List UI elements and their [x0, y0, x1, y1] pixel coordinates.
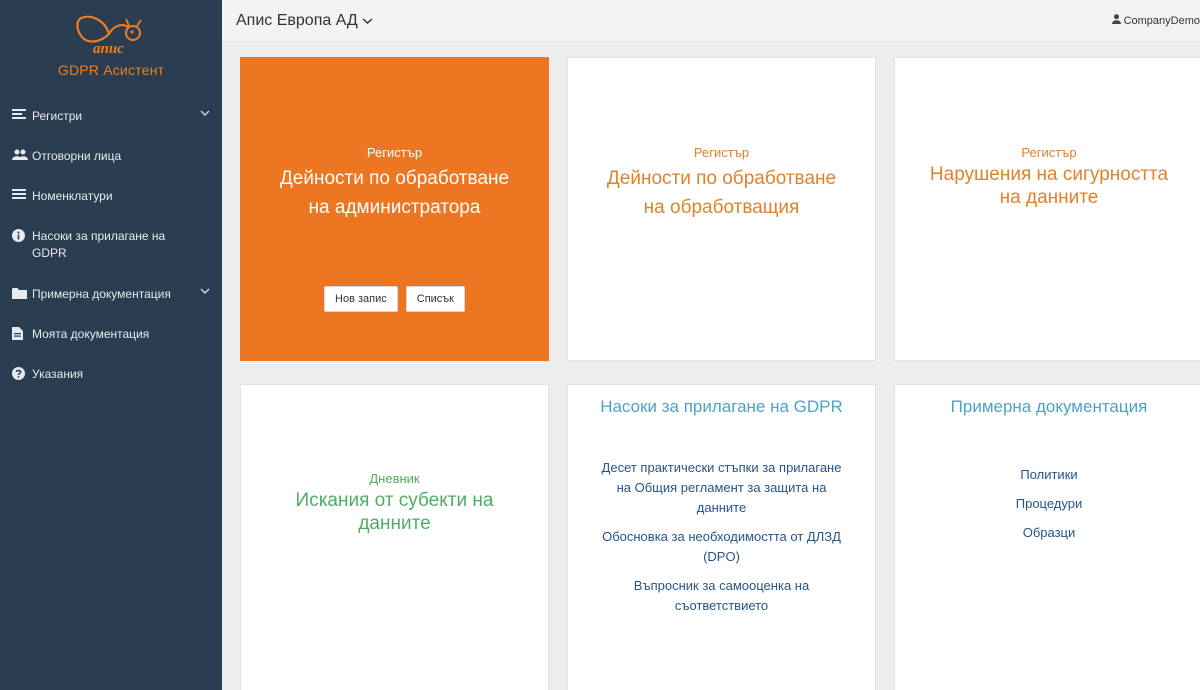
sample-links: Политики Процедури Образци — [895, 460, 1200, 547]
sample-link-policies[interactable]: Политики — [895, 460, 1200, 489]
sidebar-nav: Регистри Отговорни лица Номенклатури Нас… — [0, 108, 222, 406]
file-icon — [12, 327, 32, 340]
guidance-link-dpo[interactable]: Обосновка за необходимостта от ДЛЗД (DPO… — [568, 527, 875, 567]
sample-link-templates[interactable]: Образци — [895, 518, 1200, 547]
sidebar-item-nomenclatures[interactable]: Номенклатури — [0, 188, 222, 228]
bee-logo-icon: апис — [76, 15, 142, 56]
card-title: Нарушения на сигурността на данните — [895, 164, 1200, 210]
sidebar-item-gdpr-guidance[interactable]: Насоки за прилагане на GDPR — [0, 228, 222, 286]
sidebar-item-label: Насоки за прилагане на GDPR — [32, 229, 166, 260]
card-category: Регистър — [1021, 145, 1077, 160]
link-line: на Общия регламент за защита на — [616, 480, 827, 495]
sidebar-item-label: Отговорни лица — [32, 149, 122, 163]
card-title: Искания от субекти на данните — [241, 490, 548, 536]
card-security-breaches[interactable]: Регистър Нарушения на сигурността на дан… — [894, 57, 1200, 361]
question-circle-icon — [12, 367, 32, 380]
sample-link-procedures[interactable]: Процедури — [895, 489, 1200, 518]
folder-icon — [12, 287, 32, 299]
chevron-down-icon — [196, 286, 210, 298]
card-processor-activities[interactable]: Регистър Дейности по обработване на обра… — [567, 57, 876, 361]
link-line: Обосновка за необходимостта от ДЛЗД — [602, 529, 841, 544]
list-icon — [12, 109, 32, 121]
link-line: (DPO) — [703, 549, 740, 564]
link-line: данните — [696, 500, 747, 515]
user-icon — [1111, 14, 1121, 27]
company-selector[interactable]: Апис Европа АД — [236, 12, 373, 30]
brand[interactable]: апис GDPR Асистент — [0, 0, 222, 100]
sidebar: апис GDPR Асистент Регистри Отговорни ли… — [0, 0, 222, 690]
card-title-line: на обработващия — [643, 197, 800, 219]
card-title-line: на администратора — [308, 197, 481, 219]
info-circle-icon — [12, 229, 32, 242]
link-line: съответствието — [674, 598, 769, 613]
link-line: Въпросник за самооценка на — [633, 578, 810, 593]
card-subject-requests[interactable]: Дневник Искания от субекти на данните — [240, 384, 549, 690]
card-title: Примерна документация — [950, 397, 1148, 416]
card-category: Регистър — [366, 145, 423, 160]
card-category: Регистър — [693, 145, 750, 160]
card-title-line: Нарушения на сигурността — [929, 164, 1169, 185]
chevron-down-icon — [362, 12, 373, 30]
sidebar-item-label: Моята документация — [32, 327, 150, 341]
bars-icon — [12, 189, 32, 201]
user-name: CompanyDemo — [1123, 14, 1200, 27]
card-gdpr-guidance: Насоки за прилагане на GDPR Десет практи… — [567, 384, 876, 690]
card-category: Дневник — [369, 471, 420, 486]
company-name: Апис Европа АД — [236, 11, 358, 29]
card-title-line: данните — [358, 512, 431, 534]
users-icon — [12, 149, 32, 161]
link-line: Десет практически стъпки за прилагане — [601, 460, 842, 475]
svg-text:апис: апис — [93, 41, 124, 56]
guidance-link-ten-steps[interactable]: Десет практически стъпки за прилагане на… — [568, 458, 875, 518]
card-title-line: Дейности по обработване — [279, 168, 510, 189]
sidebar-item-instructions[interactable]: Указания — [0, 366, 222, 406]
guidance-links: Десет практически стъпки за прилагане на… — [568, 458, 875, 616]
list-button[interactable]: Списък — [405, 285, 465, 312]
card-controller-activities[interactable]: Регистър Дейности по обработване на адми… — [240, 57, 549, 361]
sidebar-item-label: Указания — [32, 367, 84, 381]
card-title: Дейности по обработване на администратор… — [241, 164, 548, 223]
new-record-button[interactable]: Нов запис — [324, 285, 398, 312]
topbar: Апис Европа АД CompanyDemo — [222, 0, 1200, 42]
card-sample-documentation: Примерна документация Политики Процедури… — [894, 384, 1200, 690]
sidebar-item-label: Регистри — [32, 109, 83, 123]
brand-title: GDPR Асистент — [57, 62, 165, 78]
card-title-line: Искания от субекти на — [295, 490, 494, 511]
card-actions: Нов запис Списък — [241, 285, 548, 312]
sidebar-item-label: Номенклатури — [32, 189, 113, 203]
sidebar-item-sample-docs[interactable]: Примерна документация — [0, 286, 222, 326]
sidebar-item-registers[interactable]: Регистри — [0, 108, 222, 148]
sidebar-item-responsible-persons[interactable]: Отговорни лица — [0, 148, 222, 188]
chevron-down-icon — [196, 108, 210, 120]
sidebar-item-label: Примерна документация — [32, 287, 171, 301]
card-title-line: на данните — [999, 186, 1099, 208]
sidebar-item-my-docs[interactable]: Моята документация — [0, 326, 222, 366]
guidance-link-self-assessment[interactable]: Въпросник за самооценка на съответствиет… — [568, 576, 875, 616]
user-menu[interactable]: CompanyDemo — [1111, 14, 1200, 27]
card-title-line: Дейности по обработване — [606, 168, 837, 189]
card-title: Дейности по обработване на обработващия — [568, 164, 875, 223]
apis-logo[interactable]: апис — [71, 12, 151, 56]
card-title: Насоки за прилагане на GDPR — [600, 397, 843, 416]
